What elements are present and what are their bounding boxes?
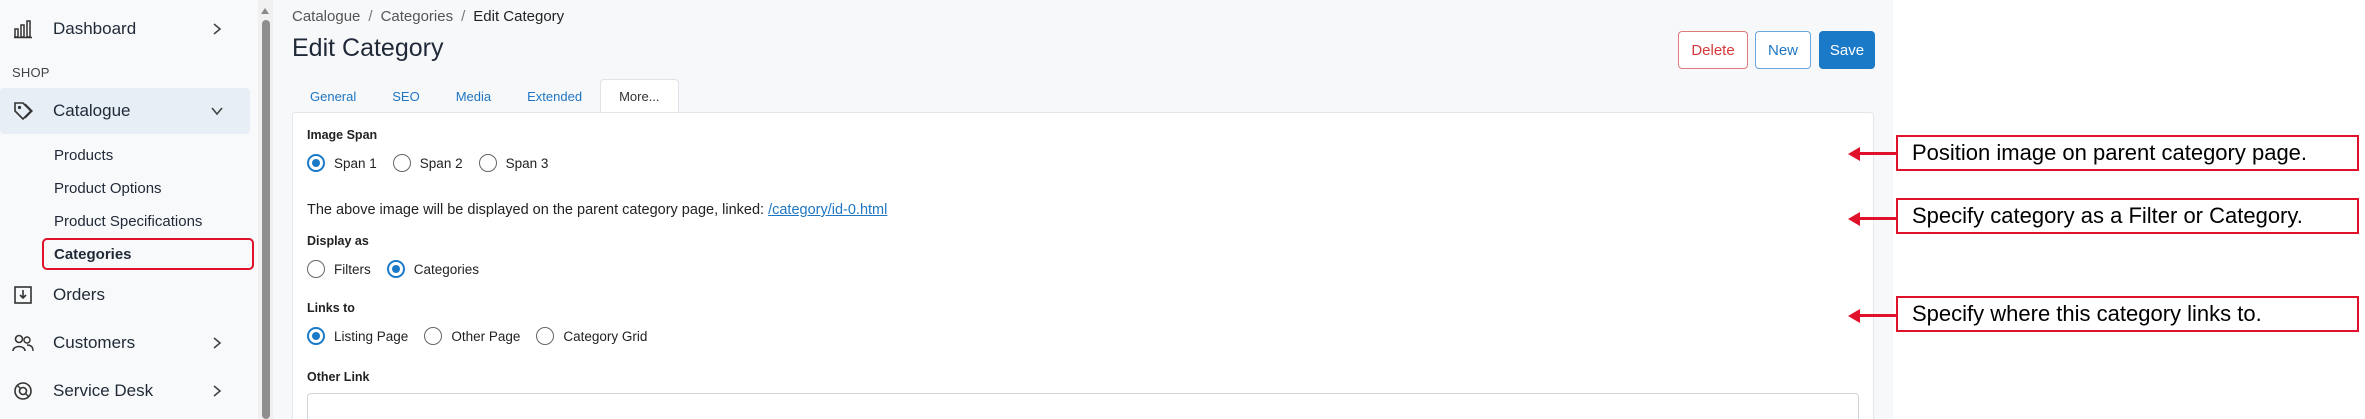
radio-categories[interactable]: Categories bbox=[386, 260, 480, 278]
annotation-arrow bbox=[1858, 152, 1896, 155]
save-button[interactable]: Save bbox=[1819, 31, 1875, 69]
annotation-arrowhead bbox=[1848, 146, 1860, 161]
sidebar: Dashboard SHOP Catalogue Products Produc… bbox=[0, 0, 258, 419]
tab-more[interactable]: More... bbox=[600, 79, 679, 113]
tab-bar: General SEO Media Extended More... bbox=[292, 79, 679, 113]
chevron-right-icon bbox=[210, 384, 224, 398]
radio-label: Listing Page bbox=[334, 328, 409, 344]
section-label-shop: SHOP bbox=[12, 65, 50, 80]
image-span-label: Image Span bbox=[307, 128, 378, 142]
image-info-text: The above image will be displayed on the… bbox=[307, 202, 887, 218]
sidebar-item-label: Customers bbox=[53, 333, 136, 352]
tab-panel: Image Span Span 1 Span 2 Span 3 The abov… bbox=[292, 112, 1874, 419]
chevron-right-icon bbox=[210, 22, 224, 36]
annotation-display-as: Specify category as a Filter or Category… bbox=[1896, 198, 2359, 234]
radio-label: Categories bbox=[413, 261, 480, 277]
radio-button[interactable] bbox=[307, 327, 325, 345]
tab-extended[interactable]: Extended bbox=[509, 79, 600, 113]
sidebar-item-dashboard[interactable]: Dashboard bbox=[0, 6, 250, 52]
display-as-radio-group: Filters Categories bbox=[307, 260, 495, 278]
radio-label: Category Grid bbox=[563, 328, 648, 344]
annotation-arrowhead bbox=[1848, 211, 1860, 226]
main-content: Catalogue / Categories / Edit Category E… bbox=[273, 0, 1893, 419]
radio-label: Other Page bbox=[451, 328, 521, 344]
sidebar-subitem-products[interactable]: Products bbox=[54, 147, 113, 164]
radio-button[interactable] bbox=[307, 154, 325, 172]
box-icon bbox=[12, 284, 34, 306]
scroll-up-icon[interactable] bbox=[261, 8, 269, 14]
annotation-image-position: Position image on parent category page. bbox=[1896, 135, 2359, 171]
radio-button[interactable] bbox=[392, 154, 411, 172]
radio-label: Filters bbox=[334, 261, 371, 277]
radio-label: Span 1 bbox=[334, 155, 377, 171]
breadcrumb-item-categories[interactable]: Categories bbox=[381, 8, 454, 25]
radio-span-2[interactable]: Span 2 bbox=[392, 154, 463, 172]
annotation-arrow bbox=[1858, 314, 1896, 317]
sidebar-item-service-desk[interactable]: Service Desk bbox=[0, 368, 250, 414]
radio-span-1[interactable]: Span 1 bbox=[307, 154, 377, 172]
tab-general[interactable]: General bbox=[292, 79, 374, 113]
chevron-down-icon bbox=[210, 104, 224, 118]
sidebar-subitem-product-options[interactable]: Product Options bbox=[54, 180, 162, 197]
radio-button[interactable] bbox=[536, 327, 555, 345]
sidebar-item-customers[interactable]: Customers bbox=[0, 320, 250, 366]
other-link-label: Other Link bbox=[307, 370, 370, 384]
sidebar-subitem-categories[interactable]: Categories bbox=[54, 246, 132, 263]
radio-button[interactable] bbox=[307, 260, 325, 278]
breadcrumb-item-current: Edit Category bbox=[473, 8, 565, 25]
tab-seo[interactable]: SEO bbox=[374, 79, 437, 113]
radio-button[interactable] bbox=[424, 327, 443, 345]
radio-button[interactable] bbox=[478, 154, 497, 172]
breadcrumb-separator: / bbox=[461, 8, 466, 25]
delete-button[interactable]: Delete bbox=[1678, 31, 1748, 69]
radio-other-page[interactable]: Other Page bbox=[424, 327, 520, 345]
image-span-radio-group: Span 1 Span 2 Span 3 bbox=[307, 154, 564, 172]
tab-media[interactable]: Media bbox=[438, 79, 509, 113]
users-icon bbox=[12, 332, 34, 354]
tag-icon bbox=[12, 100, 34, 122]
radio-listing-page[interactable]: Listing Page bbox=[307, 327, 408, 345]
dashboard-icon bbox=[12, 18, 34, 40]
page-title: Edit Category bbox=[292, 34, 444, 62]
scrollbar-thumb[interactable] bbox=[262, 20, 270, 419]
other-link-input[interactable] bbox=[307, 393, 1859, 419]
radio-label: Span 2 bbox=[419, 155, 463, 171]
radio-category-grid[interactable]: Category Grid bbox=[536, 327, 647, 345]
sidebar-item-label: Dashboard bbox=[53, 19, 137, 38]
sidebar-item-label: Service Desk bbox=[53, 381, 154, 400]
sidebar-item-label: Orders bbox=[53, 285, 105, 304]
sidebar-subitem-product-specifications[interactable]: Product Specifications bbox=[54, 213, 202, 230]
sidebar-item-orders[interactable]: Orders bbox=[0, 272, 250, 318]
radio-span-3[interactable]: Span 3 bbox=[478, 154, 549, 172]
radio-label: Span 3 bbox=[505, 155, 549, 171]
breadcrumb-separator: / bbox=[368, 8, 373, 25]
breadcrumb: Catalogue / Categories / Edit Category bbox=[292, 8, 564, 25]
chevron-right-icon bbox=[210, 336, 224, 350]
support-icon bbox=[12, 380, 34, 402]
annotation-links-to: Specify where this category links to. bbox=[1896, 296, 2359, 332]
links-to-radio-group: Listing Page Other Page Category Grid bbox=[307, 327, 663, 345]
display-as-label: Display as bbox=[307, 234, 369, 248]
info-text: The above image will be displayed on the… bbox=[307, 202, 769, 218]
links-to-label: Links to bbox=[307, 301, 355, 315]
new-button[interactable]: New bbox=[1755, 31, 1811, 69]
category-link[interactable]: /category/id-0.html bbox=[768, 202, 887, 218]
radio-filters[interactable]: Filters bbox=[307, 260, 371, 278]
sidebar-item-catalogue[interactable]: Catalogue bbox=[0, 88, 250, 134]
breadcrumb-item-catalogue[interactable]: Catalogue bbox=[292, 8, 360, 25]
radio-button[interactable] bbox=[386, 260, 405, 278]
sidebar-item-label: Catalogue bbox=[53, 101, 131, 120]
annotation-arrowhead bbox=[1848, 308, 1860, 323]
annotation-arrow bbox=[1858, 217, 1896, 220]
